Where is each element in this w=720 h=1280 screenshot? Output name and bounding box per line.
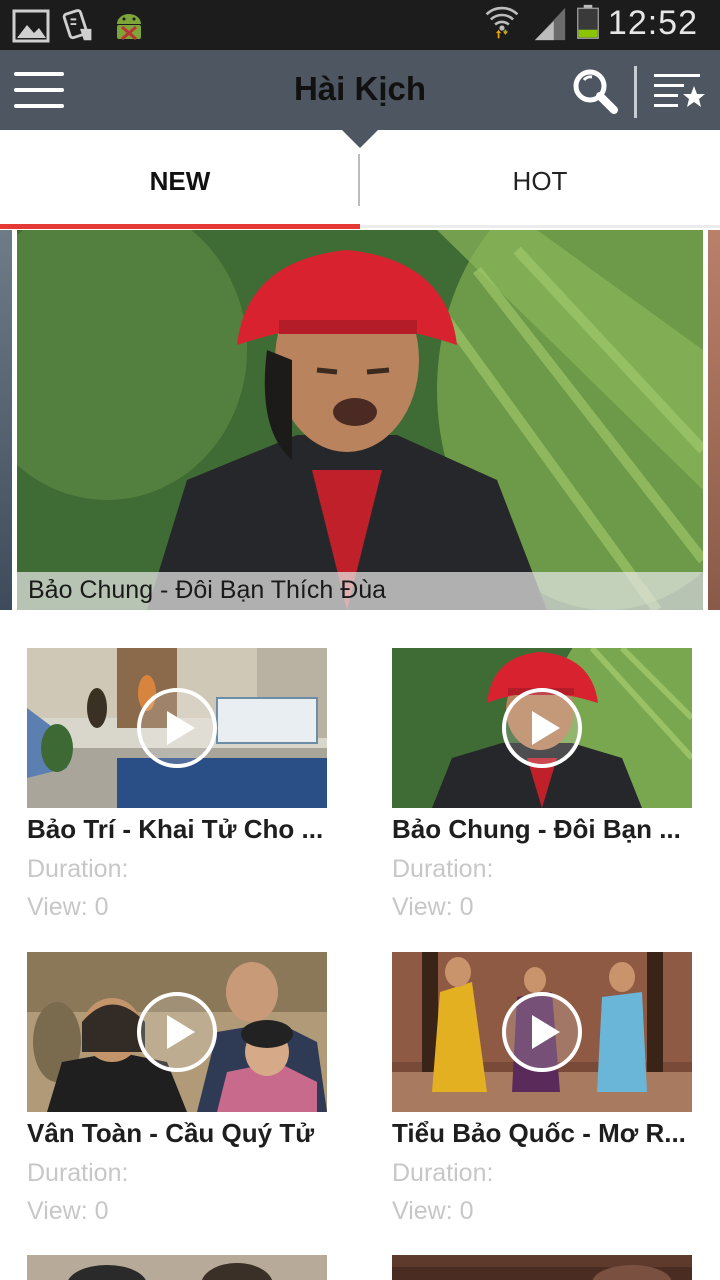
featured-title: Bảo Chung - Đôi Bạn Thích Đùa [28,576,387,604]
status-bar: 12:52 [0,0,720,50]
video-views: View: 0 [392,893,474,921]
video-thumbnail[interactable] [27,1255,327,1280]
featured-thumbnail [17,230,703,610]
search-button[interactable] [570,66,622,116]
thumbnail-scene [27,1255,327,1280]
video-card[interactable]: Tiểu Bảo Quốc - Mơ R... Duration: View: … [392,952,692,1230]
video-thumbnail[interactable] [27,952,327,1112]
previous-slide-peek[interactable] [0,230,12,610]
tab-selected-indicator [0,224,360,229]
app-bar: Hài Kịch [0,50,720,130]
play-icon[interactable] [501,991,583,1073]
video-thumbnail[interactable] [392,648,692,808]
featured-caption-bar: Bảo Chung - Đôi Bạn Thích Đùa [17,572,703,610]
play-icon[interactable] [136,991,218,1073]
favorites-button[interactable] [652,70,708,112]
android-debug-icon [117,14,141,41]
video-views: View: 0 [27,1197,109,1225]
video-thumbnail[interactable] [27,648,327,808]
app-bar-notch [342,130,378,148]
clock: 12:52 [607,4,698,42]
video-title[interactable]: Bảo Chung - Đôi Bạn ... [392,814,692,850]
play-icon[interactable] [136,687,218,769]
wifi-icon [485,6,519,39]
favorites-list-icon [654,74,705,107]
video-thumbnail[interactable] [392,1255,692,1280]
image-notification-icon [12,9,50,43]
video-duration: Duration: [27,855,129,883]
tab-new[interactable]: NEW [0,130,360,228]
video-duration: Duration: [392,1159,494,1187]
next-slide-peek[interactable] [708,230,720,610]
video-duration: Duration: [392,855,494,883]
video-card[interactable]: Vân Toàn - Cầu Quý Tử Duration: View: 0 [27,952,327,1230]
signal-icon [534,7,566,41]
app-bar-divider [634,66,637,118]
battery-icon [577,4,599,39]
featured-video[interactable]: Bảo Chung - Đôi Bạn Thích Đùa [17,230,703,610]
play-icon[interactable] [501,687,583,769]
video-views: View: 0 [27,893,109,921]
tab-hot[interactable]: HOT [360,130,720,228]
video-views: View: 0 [392,1197,474,1225]
search-icon [573,69,618,114]
thumbnail-scene [392,1255,692,1280]
video-thumbnail[interactable] [392,952,692,1112]
featured-carousel[interactable]: Bảo Chung - Đôi Bạn Thích Đùa [0,230,720,610]
video-title[interactable]: Bảo Trí - Khai Tử Cho ... [27,814,327,850]
video-card[interactable]: Bảo Trí - Khai Tử Cho ... Duration: View… [27,648,327,926]
video-title[interactable]: Tiểu Bảo Quốc - Mơ R... [392,1118,692,1154]
download-notification-icon [62,9,92,41]
video-card[interactable]: Bảo Chung - Đôi Bạn ... Duration: View: … [392,648,692,926]
video-title[interactable]: Vân Toàn - Cầu Quý Tử [27,1118,327,1154]
video-duration: Duration: [27,1159,129,1187]
